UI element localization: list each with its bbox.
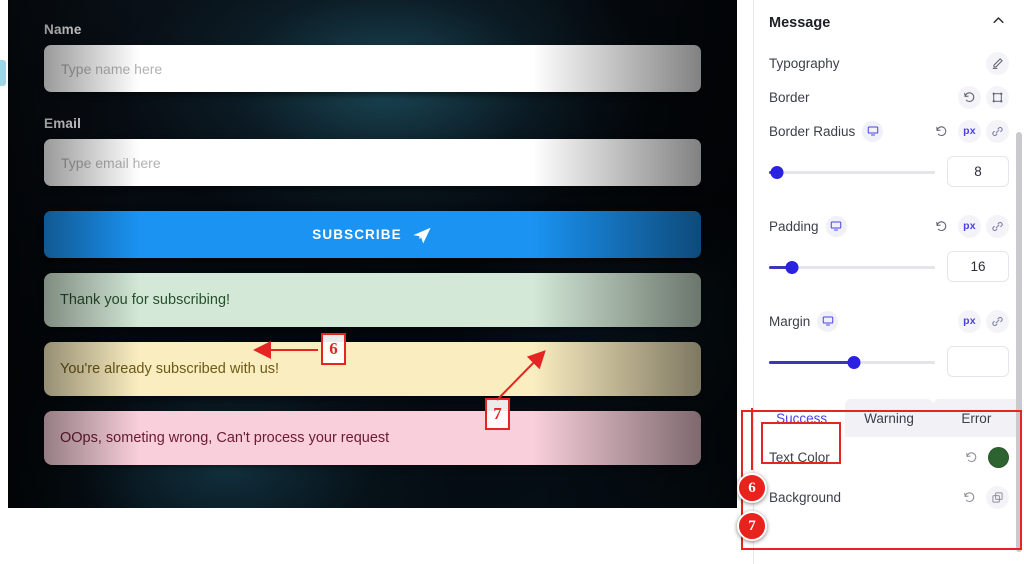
text-color-label: Text Color xyxy=(769,449,830,465)
margin-value[interactable] xyxy=(947,346,1009,377)
panel-section-title: Message xyxy=(769,15,831,31)
alert-success: Thank you for subscribing! xyxy=(44,273,701,327)
slider-knob[interactable] xyxy=(847,355,861,369)
monitor-icon[interactable] xyxy=(825,215,847,237)
settings-panel: Message Typography Border Border Radius … xyxy=(753,0,1024,564)
unit-toggle-px[interactable]: px xyxy=(958,214,981,238)
reset-icon[interactable] xyxy=(960,446,983,469)
subscribe-button[interactable]: SUBSCRIBE xyxy=(44,211,701,258)
padding-label: Padding xyxy=(769,218,819,234)
reset-icon[interactable] xyxy=(958,486,981,509)
border-actions xyxy=(958,85,1009,109)
border-radius-value[interactable]: 8 xyxy=(947,156,1009,187)
panel-section-header[interactable]: Message xyxy=(754,0,1024,46)
typography-label: Typography xyxy=(769,55,840,71)
alert-warning: You're already subscribed with us! xyxy=(44,342,701,396)
border-radius-slider[interactable] xyxy=(769,163,935,181)
margin-actions: px xyxy=(958,309,1009,333)
alert-success-text: Thank you for subscribing! xyxy=(60,292,231,308)
chevron-up-icon[interactable] xyxy=(991,13,1006,33)
border-radius-label: Border Radius xyxy=(769,123,856,139)
monitor-icon[interactable] xyxy=(817,310,839,332)
alert-error-text: OOps, someting wrong, Can't process your… xyxy=(60,430,390,446)
annotation-label-6: 6 xyxy=(321,333,346,365)
border-radius-actions: px xyxy=(930,119,1009,143)
copy-layers-icon[interactable] xyxy=(986,485,1009,509)
row-background: Background xyxy=(754,477,1024,517)
tab-error[interactable]: Error xyxy=(932,399,1020,437)
link-icon[interactable] xyxy=(986,214,1009,238)
preview-pane: Name Email SUBSCRIBE Thank you for subsc… xyxy=(0,0,745,564)
screen-root: Name Email SUBSCRIBE Thank you for subsc… xyxy=(0,0,1024,564)
padding-value[interactable]: 16 xyxy=(947,251,1009,282)
annotation-badge-7: 7 xyxy=(737,511,767,541)
tab-success[interactable]: Success xyxy=(758,399,846,437)
subscribe-button-label: SUBSCRIBE xyxy=(312,227,402,242)
preview-canvas: Name Email SUBSCRIBE Thank you for subsc… xyxy=(8,0,737,508)
background-actions xyxy=(958,485,1009,509)
subscribe-form: Name Email SUBSCRIBE Thank you for subsc… xyxy=(44,22,701,465)
row-padding: Padding px xyxy=(754,209,1024,243)
border-radius-slider-row: 8 xyxy=(754,148,1024,195)
row-border: Border xyxy=(754,80,1024,114)
reset-icon[interactable] xyxy=(958,85,981,109)
alert-warning-text: You're already subscribed with us! xyxy=(60,361,280,377)
monitor-icon[interactable] xyxy=(862,120,884,142)
row-border-radius: Border Radius px xyxy=(754,114,1024,148)
email-input[interactable] xyxy=(44,139,701,186)
name-input[interactable] xyxy=(44,45,701,92)
reset-icon[interactable] xyxy=(930,215,953,238)
link-icon[interactable] xyxy=(986,119,1009,143)
padding-actions: px xyxy=(930,214,1009,238)
alert-error: OOps, someting wrong, Can't process your… xyxy=(44,411,701,465)
border-box-icon[interactable] xyxy=(986,85,1009,109)
slider-knob[interactable] xyxy=(770,165,784,179)
email-label: Email xyxy=(44,116,82,131)
link-icon[interactable] xyxy=(986,309,1009,333)
tab-warning[interactable]: Warning xyxy=(845,399,933,437)
margin-slider[interactable] xyxy=(769,353,935,371)
margin-label: Margin xyxy=(769,313,811,329)
slider-fill xyxy=(769,360,854,364)
unit-toggle-px[interactable]: px xyxy=(958,309,981,333)
send-icon xyxy=(412,227,431,244)
text-color-actions xyxy=(960,446,1009,469)
padding-slider-row: 16 xyxy=(754,243,1024,290)
border-label: Border xyxy=(769,89,810,105)
slider-knob[interactable] xyxy=(785,260,799,274)
settings-panel-scrollbar[interactable] xyxy=(1016,132,1022,552)
margin-slider-row xyxy=(754,338,1024,385)
slider-track xyxy=(769,170,935,174)
panel-drawer-handle[interactable] xyxy=(0,60,6,86)
row-margin: Margin px xyxy=(754,304,1024,338)
pencil-icon[interactable] xyxy=(986,51,1009,75)
annotation-label-7: 7 xyxy=(485,398,510,430)
unit-toggle-px[interactable]: px xyxy=(958,119,981,143)
annotation-badge-6: 6 xyxy=(737,473,767,503)
row-text-color: Text Color xyxy=(754,437,1024,477)
message-state-tabs: Success Warning Error xyxy=(754,397,1024,437)
background-label: Background xyxy=(769,489,842,505)
typography-actions xyxy=(986,51,1009,75)
text-color-swatch[interactable] xyxy=(988,446,1009,468)
padding-slider[interactable] xyxy=(769,258,935,276)
row-typography: Typography xyxy=(754,46,1024,80)
name-label: Name xyxy=(44,22,82,37)
reset-icon[interactable] xyxy=(930,120,953,143)
